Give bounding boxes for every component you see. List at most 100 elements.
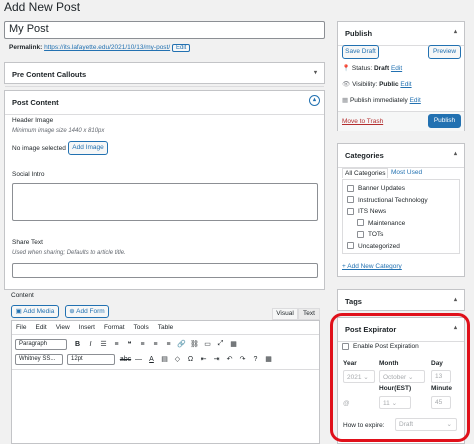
header-image-hint: Minimum image size 1440 x 810px <box>12 128 105 134</box>
category-item[interactable]: TOTs <box>347 229 455 241</box>
link-icon[interactable]: 🔗 <box>175 340 188 348</box>
tab-visual[interactable]: Visual <box>272 308 298 320</box>
font-family-select[interactable]: Whitney SS... <box>15 353 63 365</box>
checkbox[interactable] <box>357 230 364 238</box>
add-image-button[interactable]: Add Image <box>68 141 108 155</box>
save-draft-button[interactable]: Save Draft <box>342 45 379 59</box>
menu-insert[interactable]: Insert <box>79 324 95 331</box>
page-title: Add New Post <box>4 0 81 14</box>
pin-icon: 📍 <box>342 65 351 72</box>
outdent-icon[interactable]: ⇤ <box>197 355 210 363</box>
undo-icon[interactable]: ↶ <box>223 355 236 363</box>
post-title-input[interactable]: My Post <box>4 21 325 39</box>
share-text-label: Share Text <box>12 239 43 246</box>
caret-down-icon[interactable]: ▾ <box>314 69 317 76</box>
bullet-list-icon[interactable]: ☰ <box>97 340 110 348</box>
status-edit-link[interactable]: Edit <box>391 65 402 72</box>
eye-icon: 👁 <box>342 81 351 88</box>
pre-content-callouts-header[interactable]: Pre Content Callouts ▾ <box>5 63 324 87</box>
menu-edit[interactable]: Edit <box>35 324 46 331</box>
social-intro-textarea[interactable] <box>12 183 318 221</box>
caret-up-icon[interactable]: ▴ <box>454 150 457 157</box>
align-right-icon[interactable]: ≡ <box>162 341 175 348</box>
more-icon[interactable]: ▭ <box>201 340 214 348</box>
schedule-edit-link[interactable]: Edit <box>410 97 421 104</box>
blockquote-icon[interactable]: ❝ <box>123 340 136 348</box>
align-center-icon[interactable]: ≡ <box>149 341 162 348</box>
editor-container: File Edit View Insert Format Tools Table… <box>11 320 320 444</box>
indent-icon[interactable]: ⇥ <box>210 355 223 363</box>
editor-toolbar-row1: Paragraph B I ☰ ≡ ❝ ≡ ≡ ≡ 🔗 ⛓ ▭ ⤢ ▦ <box>15 338 240 350</box>
pre-content-callouts-box: Pre Content Callouts ▾ <box>4 62 325 87</box>
media-icon: ▣ <box>15 308 22 315</box>
editor-body[interactable] <box>12 369 319 444</box>
fullscreen-icon[interactable]: ⤢ <box>214 340 227 348</box>
help-icon[interactable]: ? <box>249 356 262 363</box>
tags-header[interactable]: Tags ▴ <box>338 290 464 313</box>
categories-box: Categories ▴ All Categories Most Used Ban… <box>337 143 465 277</box>
categories-header[interactable]: Categories ▴ <box>338 144 464 168</box>
checkbox[interactable] <box>347 196 354 204</box>
format-select[interactable]: Paragraph <box>15 338 67 350</box>
tags-box: Tags ▴ <box>337 289 465 311</box>
visibility-edit-link[interactable]: Edit <box>400 81 411 88</box>
menu-file[interactable]: File <box>16 324 26 331</box>
category-item[interactable]: Uncategorized <box>347 241 455 253</box>
preview-button[interactable]: Preview <box>428 45 461 59</box>
caret-up-icon[interactable]: ▴ <box>454 28 457 35</box>
collapse-up-icon[interactable]: ▴ <box>309 95 320 106</box>
category-item[interactable]: Banner Updates <box>347 183 455 195</box>
add-new-category-link[interactable]: + Add New Category <box>342 263 402 270</box>
horizontal-rule-icon[interactable]: — <box>132 356 145 363</box>
checkbox[interactable] <box>347 207 354 215</box>
publish-header[interactable]: Publish ▴ <box>338 22 464 46</box>
checkbox[interactable] <box>347 184 354 192</box>
clear-format-icon[interactable]: ◇ <box>171 355 184 363</box>
permalink-url[interactable]: https://its.lafayette.edu/2021/10/13/my-… <box>44 44 170 51</box>
permalink-edit-button[interactable]: Edit <box>171 44 191 52</box>
kitchen-sink-icon[interactable]: ▦ <box>227 340 240 348</box>
bold-icon[interactable]: B <box>71 341 84 348</box>
publish-button[interactable]: Publish <box>428 114 461 128</box>
category-item[interactable]: Instructional Technology <box>347 195 455 207</box>
menu-tools[interactable]: Tools <box>134 324 149 331</box>
tab-all-categories[interactable]: All Categories <box>342 168 389 178</box>
share-text-hint: Used when sharing; Defaults to article t… <box>12 250 126 256</box>
menu-table[interactable]: Table <box>158 324 174 331</box>
add-form-button[interactable]: ⊕ Add Form <box>65 305 109 318</box>
schedule-row: ▦ Publish immediately Edit <box>342 97 421 104</box>
strikethrough-icon[interactable]: abc <box>119 356 132 363</box>
menu-format[interactable]: Format <box>104 324 125 331</box>
tab-text[interactable]: Text <box>298 308 320 320</box>
menu-view[interactable]: View <box>56 324 70 331</box>
checkbox[interactable] <box>347 242 354 250</box>
add-media-button[interactable]: ▣ Add Media <box>11 305 59 318</box>
checkbox[interactable] <box>357 219 364 227</box>
unlink-icon[interactable]: ⛓ <box>188 340 201 348</box>
tab-most-used[interactable]: Most Used <box>391 169 422 176</box>
paste-text-icon[interactable]: ▤ <box>158 355 171 363</box>
move-to-trash-link[interactable]: Move to Trash <box>342 118 383 125</box>
align-left-icon[interactable]: ≡ <box>136 341 149 348</box>
form-icon: ⊕ <box>69 308 75 315</box>
status-row: 📍 Status: Draft Edit <box>342 65 403 72</box>
redo-icon[interactable]: ↷ <box>236 355 249 363</box>
calendar-icon: ▦ <box>342 97 349 104</box>
special-char-icon[interactable]: Ω <box>184 356 197 363</box>
permalink: Permalink: https://its.lafayette.edu/202… <box>9 44 191 52</box>
post-content-header[interactable]: Post Content ▴ <box>5 91 324 115</box>
category-item[interactable]: ITS News <box>347 206 455 218</box>
categories-list: Banner Updates Instructional Technology … <box>342 179 460 254</box>
content-label: Content <box>11 292 34 299</box>
table-icon[interactable]: ▦ <box>262 355 275 363</box>
numbered-list-icon[interactable]: ≡ <box>110 341 123 348</box>
font-size-select[interactable]: 12pt <box>67 353 115 365</box>
text-color-icon[interactable]: A <box>145 356 158 363</box>
caret-up-icon[interactable]: ▴ <box>454 296 457 303</box>
category-item[interactable]: Maintenance <box>347 218 455 230</box>
post-title-value: My Post <box>9 23 49 35</box>
italic-icon[interactable]: I <box>84 341 97 348</box>
header-image-label: Header Image <box>12 117 54 124</box>
share-text-input[interactable] <box>12 263 318 278</box>
highlight-ring <box>330 313 470 442</box>
